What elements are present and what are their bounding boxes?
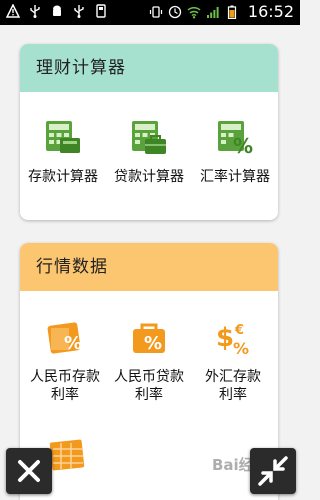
- forex-deposit-rate-item[interactable]: $ € % 外汇存款 利率: [188, 318, 278, 404]
- clock-icon: [168, 5, 182, 19]
- rmb-deposit-rate-label-line1: 人民币存款: [30, 369, 100, 385]
- wifi-icon: [187, 6, 201, 19]
- svg-text:%: %: [144, 333, 162, 354]
- svg-text:%: %: [233, 134, 253, 158]
- finance-card-title: 理财计算器: [20, 44, 278, 92]
- deposit-calculator-item[interactable]: 存款计算器: [20, 118, 108, 186]
- exchange-rate-calculator-icon: %: [218, 121, 253, 158]
- svg-text:%: %: [64, 333, 82, 354]
- rmb-deposit-rate-label-line2: 利率: [51, 387, 79, 403]
- rmb-loan-rate-icon: %: [133, 323, 165, 354]
- deposit-calculator-icon: [46, 121, 80, 153]
- collapse-arrows-icon: [258, 456, 288, 486]
- rmb-loan-rate-label-line1: 人民币贷款: [114, 369, 184, 385]
- signal-icon: [206, 7, 219, 18]
- battery-icon: [227, 5, 236, 19]
- vibrate-icon: [149, 6, 162, 18]
- forex-deposit-rate-label-line1: 外汇存款: [205, 369, 261, 385]
- android-icon: [53, 5, 61, 16]
- exchange-rate-calculator-item[interactable]: % 汇率计算器: [190, 118, 278, 186]
- svg-text:%: %: [233, 339, 249, 358]
- warning-icon: [6, 4, 20, 18]
- svg-text:€: €: [234, 323, 244, 338]
- exchange-rate-calculator-label: 汇率计算器: [200, 169, 270, 185]
- forex-deposit-rate-icon: $ € %: [216, 323, 249, 358]
- status-bar: 16:52: [0, 0, 300, 25]
- usb-icon: [74, 5, 84, 18]
- forex-deposit-rate-label-line2: 利率: [219, 387, 247, 403]
- loan-calculator-item[interactable]: 贷款计算器: [104, 118, 194, 186]
- market-card-title: 行情数据: [20, 243, 278, 291]
- deposit-calculator-label: 存款计算器: [28, 169, 98, 185]
- collapse-button[interactable]: [250, 448, 296, 494]
- close-icon: [18, 460, 40, 482]
- loan-calculator-icon: [132, 121, 166, 154]
- svg-text:$: $: [216, 323, 234, 353]
- rmb-deposit-rate-icon: %: [47, 322, 82, 354]
- usb-icon: [30, 5, 40, 18]
- status-time: 16:52: [247, 2, 294, 21]
- finance-calculator-card: 理财计算器 存款计算器 贷款计算器 % 汇率计算器: [20, 44, 278, 220]
- rmb-loan-rate-item[interactable]: % 人民币贷款 利率: [104, 318, 194, 404]
- rmb-loan-rate-label-line2: 利率: [135, 387, 163, 403]
- rmb-deposit-rate-item[interactable]: % 人民币存款 利率: [20, 318, 110, 404]
- loan-calculator-label: 贷款计算器: [114, 169, 184, 185]
- close-button[interactable]: [6, 448, 52, 494]
- storage-icon: [96, 4, 106, 18]
